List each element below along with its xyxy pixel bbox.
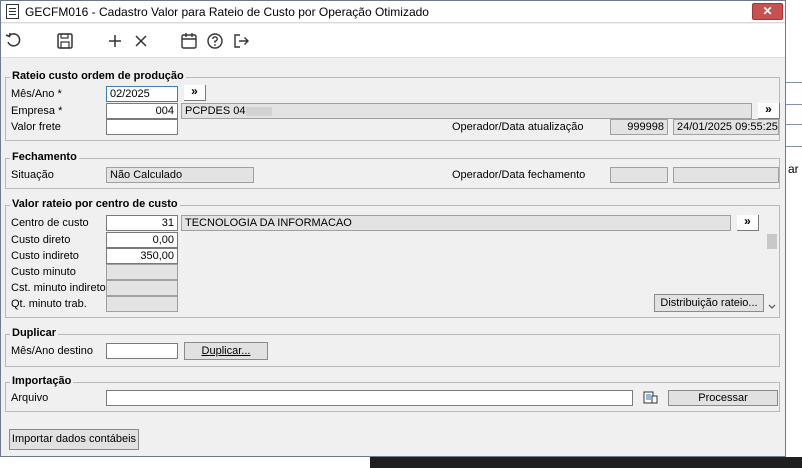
valor-frete-input[interactable] <box>106 119 178 135</box>
group-fechamento-title: Fechamento <box>10 151 79 163</box>
background-bottom <box>0 457 370 468</box>
data-fechamento-field <box>673 167 779 183</box>
centro-custo-name-field: TECNOLOGIA DA INFORMACAO <box>181 215 731 231</box>
redacted-area <box>246 107 272 116</box>
cst-minuto-indireto-field <box>106 280 178 296</box>
background-text-fragment: ar <box>788 162 799 176</box>
cst-minuto-indireto-label: Cst. minuto indireto <box>11 282 106 294</box>
group-duplicar: Duplicar Mês/Ano destino Duplicar... <box>5 327 780 367</box>
background-taskbar <box>370 457 802 468</box>
data-atualizacao-field: 24/01/2025 09:55:25 <box>673 119 779 135</box>
close-button[interactable]: ✕ <box>752 3 783 20</box>
refresh-icon[interactable] <box>4 31 24 51</box>
group-valor-rateio-title: Valor rateio por centro de custo <box>10 198 180 210</box>
delete-icon[interactable] <box>131 31 151 51</box>
title-bar[interactable]: GECFM016 - Cadastro Valor para Rateio de… <box>1 1 785 23</box>
mes-ano-destino-label: Mês/Ano destino <box>11 345 93 357</box>
mes-ano-input[interactable]: 02/2025 <box>106 86 178 102</box>
empresa-name-field: PCPDES 04 <box>181 103 752 119</box>
empresa-lookup-button[interactable]: » <box>758 103 780 119</box>
empresa-name-text: PCPDES 04 <box>185 105 246 117</box>
arquivo-input[interactable] <box>106 390 633 406</box>
mes-ano-label: Mês/Ano * <box>11 88 62 100</box>
window-title: GECFM016 - Cadastro Valor para Rateio de… <box>25 5 429 19</box>
custo-indireto-input[interactable]: 350,00 <box>106 248 178 264</box>
operador-fechamento-label: Operador/Data fechamento <box>452 169 586 181</box>
exit-icon[interactable] <box>231 31 251 51</box>
custo-indireto-label: Custo indireto <box>11 250 79 262</box>
group-valor-rateio: Valor rateio por centro de custo Centro … <box>5 198 780 318</box>
calendar-icon[interactable] <box>179 31 199 51</box>
centro-custo-code-input[interactable]: 31 <box>106 215 178 231</box>
operador-atualizacao-field: 999998 <box>610 119 668 135</box>
main-window: GECFM016 - Cadastro Valor para Rateio de… <box>0 0 786 457</box>
vertical-scrollbar[interactable] <box>765 232 779 316</box>
importar-dados-contabeis-button[interactable]: Importar dados contábeis <box>9 429 139 450</box>
custo-direto-input[interactable]: 0,00 <box>106 232 178 248</box>
browse-file-icon[interactable] <box>639 390 661 406</box>
group-rateio: Rateio custo ordem de produção Mês/Ano *… <box>5 70 780 141</box>
qt-minuto-trab-label: Qt. minuto trab. <box>11 298 87 310</box>
group-importacao: Importação Arquivo Processar <box>5 375 780 412</box>
background-right: ar <box>786 0 802 468</box>
scrollbar-thumb[interactable] <box>767 234 777 249</box>
empresa-code-input[interactable]: 004 <box>106 103 178 119</box>
group-fechamento: Fechamento Situação Não Calculado Operad… <box>5 151 780 189</box>
add-icon[interactable] <box>105 31 125 51</box>
situacao-label: Situação <box>11 169 54 181</box>
group-rateio-title: Rateio custo ordem de produção <box>10 70 186 82</box>
custo-minuto-label: Custo minuto <box>11 266 76 278</box>
save-icon[interactable] <box>55 31 75 51</box>
valor-frete-label: Valor frete <box>11 121 61 133</box>
custo-minuto-field <box>106 264 178 280</box>
operador-fechamento-field <box>610 167 668 183</box>
arquivo-label: Arquivo <box>11 392 49 404</box>
centro-custo-label: Centro de custo <box>11 217 89 229</box>
empresa-label: Empresa * <box>11 105 63 117</box>
duplicar-button[interactable]: Duplicar... <box>184 342 268 360</box>
scroll-down-icon[interactable] <box>768 304 776 310</box>
custo-direto-label: Custo direto <box>11 234 71 246</box>
qt-minuto-trab-field <box>106 296 178 312</box>
centro-custo-lookup-button[interactable]: » <box>737 215 759 231</box>
toolbar <box>1 24 785 58</box>
mes-ano-destino-input[interactable] <box>106 343 178 359</box>
group-importacao-title: Importação <box>10 375 74 387</box>
document-icon <box>6 4 19 19</box>
help-icon[interactable] <box>205 31 225 51</box>
operador-atualizacao-label: Operador/Data atualização <box>452 121 584 133</box>
group-duplicar-title: Duplicar <box>10 327 59 339</box>
distribuicao-rateio-button[interactable]: Distribuição rateio... <box>654 294 764 312</box>
mes-ano-lookup-button[interactable]: » <box>184 85 206 101</box>
situacao-field: Não Calculado <box>106 167 254 183</box>
processar-button[interactable]: Processar <box>668 390 778 406</box>
